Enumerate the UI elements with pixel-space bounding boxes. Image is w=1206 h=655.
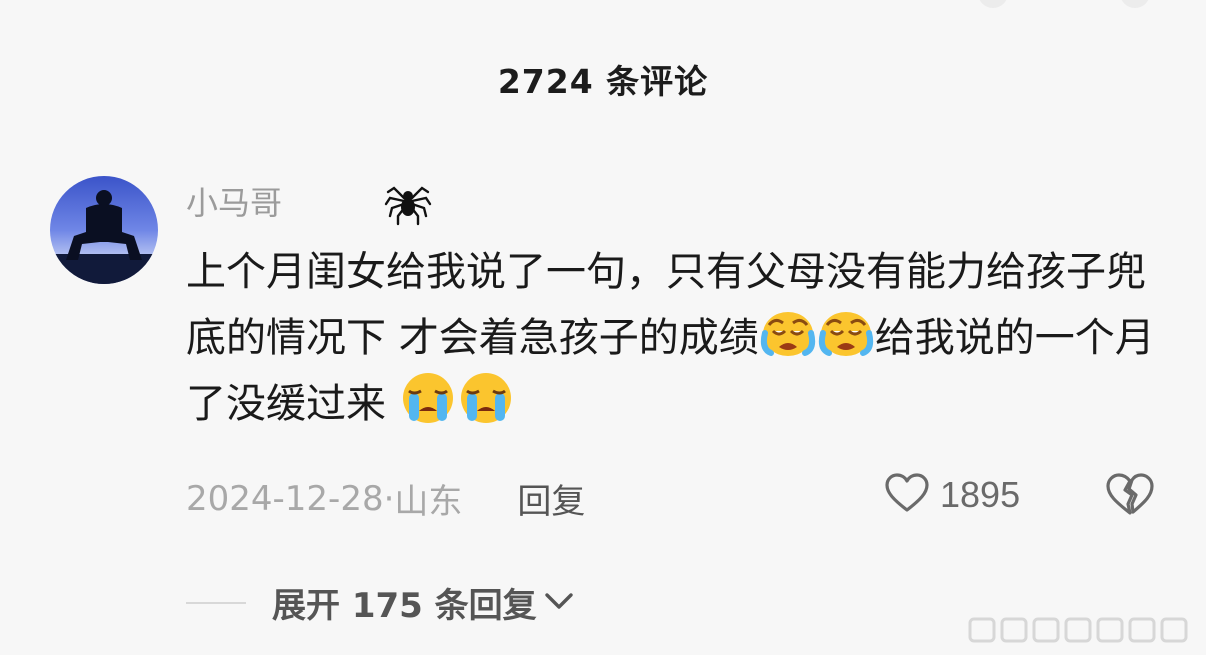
avatar[interactable]	[50, 176, 158, 284]
loudly-crying-face-emoji	[399, 369, 457, 427]
comment-username[interactable]: 小马哥	[186, 178, 282, 224]
spider-icon	[382, 174, 434, 226]
broken-heart-icon[interactable]	[1104, 472, 1156, 522]
reply-button[interactable]: 回复	[517, 474, 585, 523]
comments-count-title: 2724 条评论	[497, 62, 709, 101]
comment-date: 2024-12-28·	[186, 478, 395, 519]
chevron-down-icon	[543, 590, 575, 616]
expand-replies-button[interactable]: 展开 175 条回复	[186, 578, 575, 627]
watermark	[966, 611, 1196, 647]
divider	[186, 601, 246, 604]
like-button[interactable]: 1895	[884, 472, 1020, 518]
comment-location: 山东	[394, 482, 463, 522]
loudly-crying-face-emoji	[457, 369, 515, 427]
heart-icon	[884, 472, 930, 518]
crying-face-emoji	[759, 303, 817, 361]
top-icon-button[interactable]	[1120, 0, 1150, 8]
crying-face-emoji	[817, 303, 875, 361]
comment-meta: 2024-12-28· 山东 回复	[186, 474, 585, 523]
like-count: 1895	[940, 474, 1021, 515]
top-icon-button[interactable]	[978, 0, 1008, 8]
expand-replies-label: 展开 175 条回复	[272, 586, 537, 626]
comment-text: 上个月闺女给我说了一句，只有父母没有能力给孩子兜底的情况下 才会着急孩子的成绩 …	[186, 242, 1166, 435]
